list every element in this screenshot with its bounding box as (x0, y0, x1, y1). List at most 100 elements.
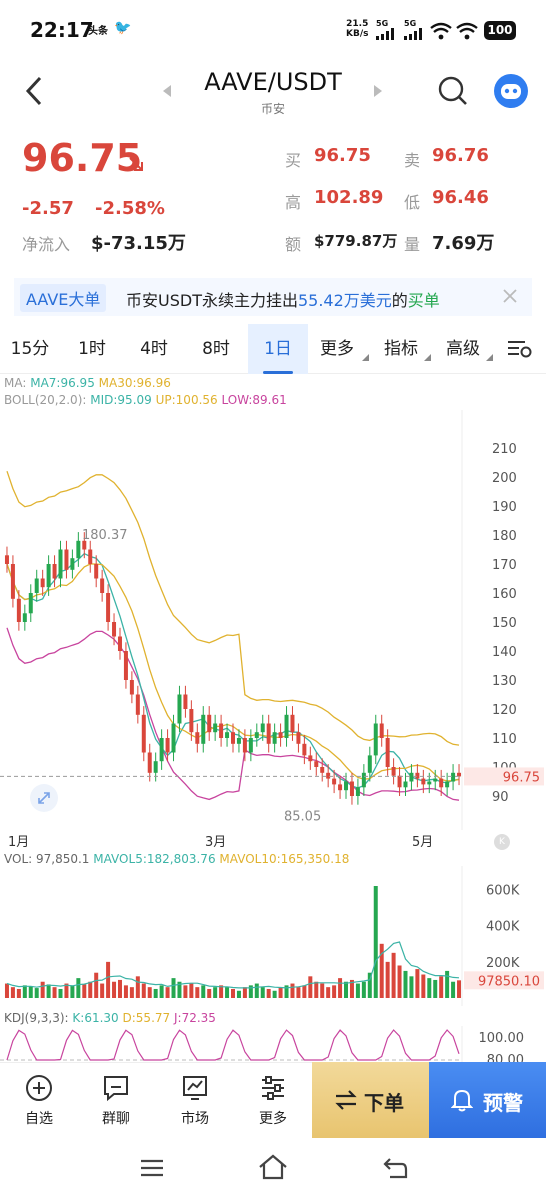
volume-bar (147, 987, 152, 998)
tab-1d[interactable]: 1日 (248, 324, 308, 374)
expand-icon[interactable] (30, 784, 58, 812)
tab-indicators[interactable]: 指标 (384, 324, 432, 374)
status-bar: 22:17 头条 🐦 21.5 KB/s 5G 5G 100 (0, 0, 546, 62)
candle-body (64, 549, 69, 570)
volume-bar (415, 969, 420, 998)
volume-bar (112, 981, 117, 998)
price-tick-label: 190 (492, 500, 517, 515)
nav-watchlist[interactable]: 自选 (9, 1062, 69, 1138)
volume-bar (171, 978, 176, 998)
candle-body (326, 772, 331, 779)
volume-bar (260, 987, 265, 998)
tab-15m[interactable]: 15分 (0, 324, 60, 374)
back-icon[interactable] (382, 1156, 408, 1180)
robot-assistant-icon[interactable] (494, 74, 528, 108)
low-label: 低 (404, 193, 421, 212)
bell-icon (451, 1089, 473, 1112)
volume-bar (266, 988, 271, 998)
candle-body (332, 778, 337, 785)
date-axis-label: 3月 (205, 835, 226, 850)
candle-body (439, 778, 444, 788)
nav-market[interactable]: 市场 (165, 1062, 225, 1138)
large-order-banner[interactable]: AAVE大单 币安USDT永续主力挂出55.42万美元的买单 (14, 278, 532, 316)
price-tick-label: 170 (492, 558, 517, 573)
price-tick-label: 120 (492, 703, 517, 718)
dropdown-triangle-icon (486, 354, 493, 361)
max-price-label: 180.37 (82, 528, 128, 543)
price-change-pct: -2.58% (95, 198, 165, 219)
candle-body (58, 549, 63, 579)
banner-tag: AAVE大单 (20, 284, 107, 312)
volume-bar (385, 961, 390, 998)
volume-bar (421, 974, 426, 998)
date-axis-label: 5月 (412, 835, 433, 850)
kline-badge-icon[interactable]: K (494, 834, 510, 850)
candle-body (254, 732, 259, 738)
price-change: -2.57 (22, 198, 74, 219)
volume-bar (22, 985, 27, 998)
volume-bar (76, 978, 81, 998)
interval-tabs: 15分 1时 4时 8时 1日 更多 指标 高级 (0, 324, 546, 374)
candle-body (427, 781, 432, 785)
volume-bar (457, 980, 462, 998)
chart-settings-icon[interactable] (507, 338, 533, 360)
volume-bar (70, 985, 75, 998)
price-tick-label: 110 (492, 732, 517, 747)
volume-bar (338, 978, 343, 998)
order-button[interactable]: 下单 (312, 1062, 429, 1138)
boll-lower-line (6, 627, 460, 801)
volume-bar (302, 985, 307, 998)
candle-body (201, 714, 206, 744)
volume-bar (159, 985, 164, 998)
volume-bar (308, 976, 313, 998)
candle-body (397, 775, 402, 788)
date-axis-label: 1月 (8, 835, 29, 850)
volume-bar (88, 981, 93, 998)
candle-body (338, 784, 343, 791)
current-price-tag: 96.75 (503, 770, 540, 785)
volume-bar (326, 987, 331, 998)
candle-body (70, 558, 75, 570)
kdj-chart: 100.0080.00 (0, 1026, 524, 1066)
candle-body (248, 738, 253, 753)
signal-icon (376, 28, 394, 40)
price-chart[interactable]: 2102001901801701601501401301201101009096… (0, 410, 546, 850)
candle-body (112, 622, 117, 637)
volume-value: 7.69万 (432, 233, 495, 254)
chat-icon (104, 1076, 128, 1102)
price-tick-label: 180 (492, 529, 517, 544)
ma7-line (6, 552, 460, 789)
tab-8h[interactable]: 8时 (186, 324, 246, 374)
signal-icon (404, 28, 422, 40)
status-time: 22:17 (30, 18, 94, 42)
volume-bar (391, 952, 396, 998)
recents-menu-icon[interactable] (140, 1158, 164, 1178)
volume-bar (100, 983, 105, 998)
candle-body (260, 723, 265, 733)
nav-more[interactable]: 更多 (243, 1062, 303, 1138)
candle-body (129, 680, 134, 695)
nav-chat[interactable]: 群聊 (86, 1062, 146, 1138)
tab-1h[interactable]: 1时 (62, 324, 122, 374)
volume-bar (4, 983, 9, 998)
candle-body (195, 732, 200, 744)
tab-more[interactable]: 更多 (320, 324, 372, 374)
candle-body (207, 714, 212, 733)
price-tick-label: 90 (492, 790, 509, 805)
volume-bar (373, 886, 378, 998)
high-label: 高 (285, 193, 302, 212)
next-pair-icon[interactable] (373, 84, 383, 98)
signal-label-2: 5G (404, 19, 417, 28)
search-icon[interactable] (438, 76, 468, 106)
candle-body (361, 772, 366, 788)
tab-advanced[interactable]: 高级 (446, 324, 494, 374)
volume-bar (129, 987, 134, 998)
alert-button[interactable]: 预警 (429, 1062, 546, 1138)
close-icon[interactable] (502, 288, 518, 304)
home-icon[interactable] (258, 1154, 288, 1180)
tab-4h[interactable]: 4时 (124, 324, 184, 374)
candle-body (278, 732, 283, 738)
ask-label: 卖 (404, 151, 421, 170)
volume-bar (183, 985, 188, 998)
candle-body (4, 555, 9, 564)
